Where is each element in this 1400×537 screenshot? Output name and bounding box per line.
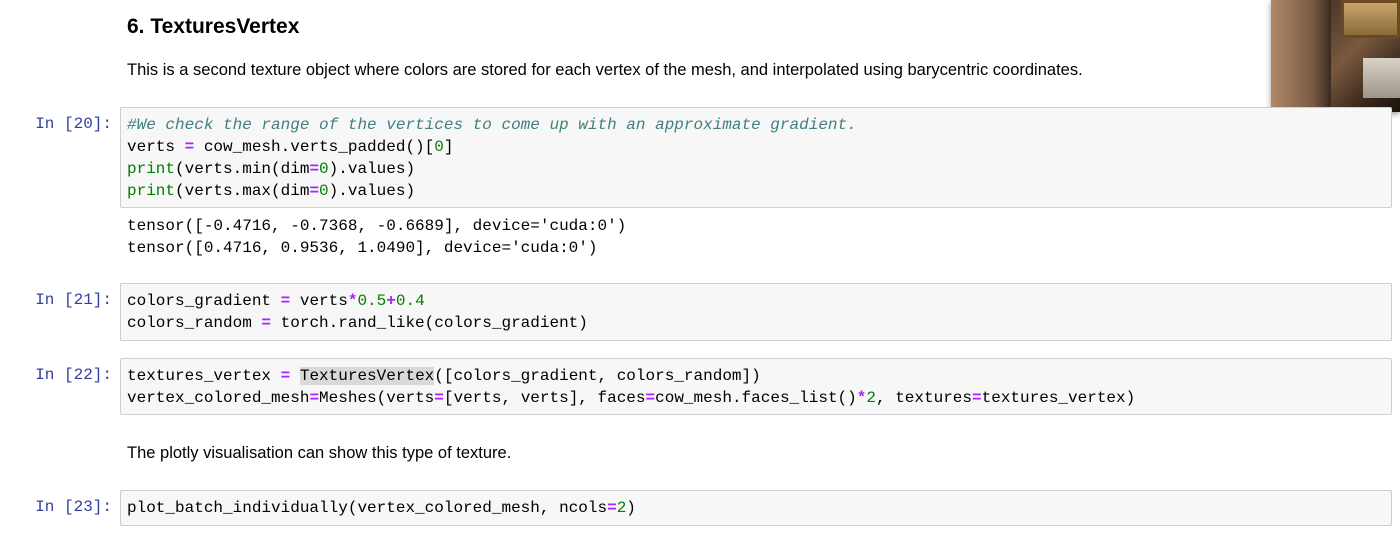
code-line: vertex_colored_mesh=Meshes(verts=[verts,…: [127, 389, 1136, 407]
webcam-overlay: [1271, 0, 1400, 112]
webcam-person: [1271, 0, 1331, 112]
code-line: colors_gradient = verts*0.5+0.4: [127, 292, 425, 310]
code-line: verts = cow_mesh.verts_padded()[0]: [127, 138, 454, 156]
code-line: plot_batch_individually(vertex_colored_m…: [127, 499, 636, 517]
webcam-wall-object: [1363, 58, 1400, 98]
code-line: print(verts.max(dim=0).values): [127, 182, 416, 200]
code-line-comment: #We check the range of the vertices to c…: [127, 114, 1385, 136]
code-cell-22[interactable]: textures_vertex = TexturesVertex([colors…: [120, 358, 1392, 415]
cell-prompt: In [22]:: [35, 366, 112, 384]
code-line: print(verts.min(dim=0).values): [127, 160, 416, 178]
webcam-picture-frame: [1341, 0, 1400, 38]
markdown-text: The plotly visualisation can show this t…: [127, 444, 512, 462]
cell-prompt: In [23]:: [35, 498, 112, 516]
code-line: colors_random = torch.rand_like(colors_g…: [127, 314, 588, 332]
output-line: tensor([-0.4716, -0.7368, -0.6689], devi…: [127, 217, 627, 235]
cell-prompt: In [21]:: [35, 291, 112, 309]
output-line: tensor([0.4716, 0.9536, 1.0490], device=…: [127, 239, 598, 257]
code-cell-20[interactable]: #We check the range of the vertices to c…: [120, 107, 1392, 208]
section-description: This is a second texture object where co…: [127, 61, 1083, 79]
section-heading: 6. TexturesVertex: [127, 15, 300, 38]
cell-output-20: tensor([-0.4716, -0.7368, -0.6689], devi…: [127, 215, 626, 259]
cell-prompt: In [20]:: [35, 115, 112, 133]
code-comment: #We check the range of the vertices to c…: [127, 116, 857, 134]
code-line: textures_vertex = TexturesVertex([colors…: [127, 367, 761, 385]
code-cell-23[interactable]: plot_batch_individually(vertex_colored_m…: [120, 490, 1392, 526]
code-cell-21[interactable]: colors_gradient = verts*0.5+0.4 colors_r…: [120, 283, 1392, 341]
